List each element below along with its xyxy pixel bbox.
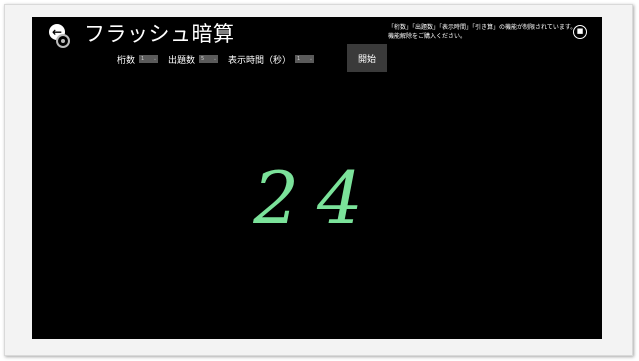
- questions-select[interactable]: 5 ⌄: [199, 55, 219, 63]
- disc-icon: [56, 34, 70, 48]
- app-window: ← フラッシュ暗算 「桁数」「出題数」「表示時間」「引き算」の機能が制限されてい…: [32, 17, 602, 339]
- chevron-down-icon: ⌄: [212, 56, 218, 62]
- pin-icon[interactable]: ■: [573, 25, 587, 39]
- notice-line-1: 「桁数」「出題数」「表示時間」「引き算」の機能が制限されています。: [388, 24, 577, 31]
- digits-select[interactable]: 1 ⌄: [139, 55, 159, 63]
- start-button[interactable]: 開始: [347, 44, 387, 72]
- license-notice: 「桁数」「出題数」「表示時間」「引き算」の機能が制限されています。 機能解除をご…: [388, 23, 577, 41]
- settings-bar: 桁数 1 ⌄ 出題数 5 ⌄ 表示時間（秒） 1 ⌄: [117, 53, 324, 66]
- flash-number: 24: [253, 156, 381, 240]
- digits-value: 1: [141, 56, 145, 62]
- digits-label: 桁数: [117, 55, 136, 66]
- chevron-down-icon: ⌄: [152, 56, 158, 62]
- app-title: フラッシュ暗算: [84, 22, 235, 46]
- notice-line-2: 機能解除をご購入ください。: [388, 33, 467, 40]
- time-select[interactable]: 1 ⌄: [295, 55, 315, 63]
- chevron-down-icon: ⌄: [308, 56, 314, 62]
- time-value: 1: [297, 56, 301, 62]
- time-label: 表示時間（秒）: [228, 55, 292, 66]
- questions-value: 5: [201, 56, 205, 62]
- questions-label: 出題数: [168, 55, 196, 66]
